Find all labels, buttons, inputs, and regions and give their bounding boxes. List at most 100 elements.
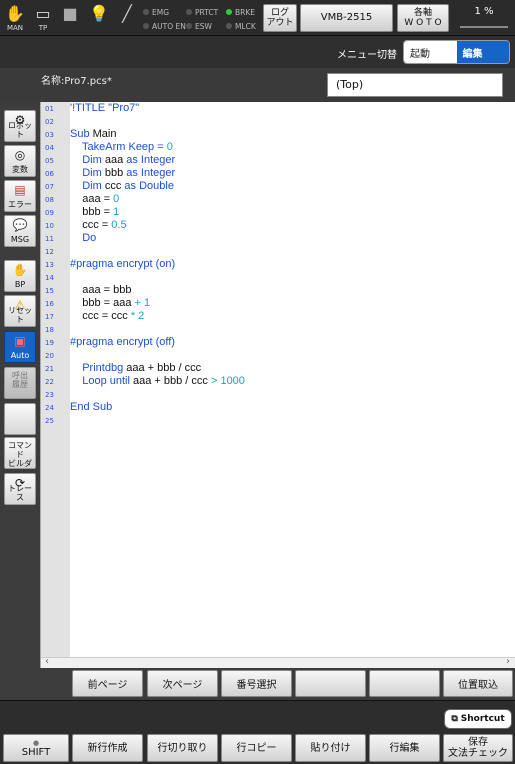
code-line[interactable]: Sub Main	[70, 128, 116, 141]
line-number: 06	[45, 170, 54, 178]
code-number: * 2	[130, 310, 145, 322]
call-history-tool-button[interactable]: 呼出 履歴	[4, 367, 36, 399]
code-line[interactable]: '!TITLE "Pro7"	[70, 102, 139, 115]
code-directive: #pragma encrypt (on)	[70, 258, 176, 270]
position-capture-button[interactable]: 位置取込	[443, 670, 513, 697]
line-number: 11	[45, 235, 54, 243]
code-line[interactable]: #pragma encrypt (off)	[70, 336, 175, 349]
brke-dot	[226, 9, 232, 15]
line-number: 25	[45, 417, 54, 425]
code-line[interactable]: Dim ccc as Double	[70, 180, 174, 193]
blank-button-1[interactable]	[295, 670, 366, 697]
lamp-button[interactable]: 💡	[86, 2, 112, 34]
robot-tool-button[interactable]: ⚙ ロボット	[4, 110, 36, 142]
code-line[interactable]: bbb = 1	[70, 206, 119, 219]
scope-selector[interactable]: (Top)	[327, 73, 503, 97]
edit-mode-button[interactable]: 編集	[456, 41, 509, 63]
reset-tool-button[interactable]: ⚠ リセット	[4, 295, 36, 327]
copy-line-button[interactable]: 行コピー	[221, 734, 292, 762]
error-doc-icon: ▤	[14, 183, 26, 197]
code-keyword: Loop until	[70, 375, 130, 387]
code-line[interactable]: Dim bbb as Integer	[70, 167, 175, 180]
mlck-indicator: MLCK	[226, 22, 256, 32]
command-builder-tool-label: コマンド ビルダ	[8, 441, 32, 468]
msg-tool-label: MSG	[10, 235, 30, 244]
stop-button[interactable]: ■	[57, 2, 83, 34]
speed-value: 1 %	[474, 6, 494, 17]
code-number: > 1000	[210, 375, 245, 387]
next-page-button[interactable]: 次ページ	[147, 670, 218, 697]
prev-page-button[interactable]: 前ページ	[72, 670, 143, 697]
error-tool-label: エラー	[8, 200, 32, 209]
code-number: + 1	[134, 297, 151, 309]
paste-button[interactable]: 貼り付け	[295, 734, 366, 762]
code-keyword: Dim	[70, 167, 102, 179]
mlck-dot	[226, 23, 232, 29]
tool-button[interactable]: ╱	[114, 2, 140, 34]
msg-tool-button[interactable]: 💬 MSG	[4, 215, 36, 247]
line-number-gutter: 01 02 03 04 05 06 07 08 09 10 11 12 13 1…	[41, 102, 70, 657]
esw-label: ESW	[195, 22, 212, 31]
new-line-button[interactable]: 新行作成	[72, 734, 143, 762]
call-history-tool-label: 呼出 履歴	[12, 371, 28, 389]
scroll-left-icon[interactable]: ‹	[45, 656, 49, 667]
auto-tool-button[interactable]: ▣ Auto	[4, 331, 36, 363]
code-line[interactable]: Dim aaa as Integer	[70, 154, 175, 167]
robot-name-button[interactable]: VMB-2515	[300, 4, 393, 32]
axis-mode-button[interactable]: 各軸 W O T O	[397, 4, 449, 32]
code-line[interactable]: #pragma encrypt (on)	[70, 258, 175, 271]
man-mode-button[interactable]: ✋ MAN	[2, 2, 28, 34]
code-line[interactable]: ccc = 0.5	[70, 219, 126, 232]
trace-tool-button[interactable]: ⟳ トレース	[4, 473, 36, 505]
code-line[interactable]: ccc = ccc * 2	[70, 310, 144, 323]
file-name: 名称:Pro7.pcs*	[41, 76, 112, 87]
breakpoint-tool-button[interactable]: ✋ BP	[4, 260, 36, 292]
code-line[interactable]: End Sub	[70, 401, 112, 414]
line-number: 19	[45, 339, 54, 347]
number-select-button[interactable]: 番号選択	[221, 670, 292, 697]
teach-pendant-screen: ✋ MAN ▭ TP ■ 💡 ╱ EMG AUTO EN PRTCT ESW B…	[0, 0, 515, 764]
tp-mode-button[interactable]: ▭ TP	[30, 2, 56, 34]
shift-indicator-icon: ●	[32, 738, 40, 747]
cut-line-button[interactable]: 行切り取り	[147, 734, 218, 762]
error-tool-button[interactable]: ▤ エラー	[4, 180, 36, 212]
code-line[interactable]: TakeArm Keep = 0	[70, 141, 173, 154]
code-line[interactable]: Loop until aaa + bbb / ccc > 1000	[70, 375, 245, 388]
emg-dot	[143, 9, 149, 15]
esw-indicator: ESW	[186, 22, 212, 32]
line-number: 21	[45, 365, 54, 373]
speed-indicator[interactable]: 1 %	[458, 6, 510, 30]
emg-label: EMG	[152, 8, 170, 17]
shortcut-button[interactable]: ⧉ Shortcut	[444, 709, 512, 729]
code-text: aaa + bbb / ccc	[123, 362, 202, 374]
save-check-button[interactable]: 保存 文法チェック	[443, 734, 513, 762]
scroll-right-icon[interactable]: ›	[506, 656, 510, 667]
blank-button-2[interactable]	[369, 670, 440, 697]
code-text: aaa	[101, 154, 127, 166]
prtct-indicator: PRTCT	[186, 8, 218, 18]
edit-line-button[interactable]: 行編集	[369, 734, 440, 762]
code-line[interactable]: Do	[70, 232, 96, 245]
start-mode-button[interactable]: 起動	[404, 41, 457, 63]
code-keyword: End Sub	[70, 401, 113, 413]
command-builder-tool-button[interactable]: コマンド ビルダ	[4, 437, 36, 469]
code-line[interactable]: aaa = 0	[70, 193, 119, 206]
horizontal-scrollbar[interactable]: ‹ ›	[41, 656, 515, 668]
shortcut-icon: ⧉	[451, 714, 458, 724]
code-line[interactable]: aaa = bbb	[70, 284, 131, 297]
code-comment: '!TITLE "Pro7"	[70, 102, 140, 114]
code-number: 0	[113, 193, 120, 205]
code-text: ccc = ccc	[70, 310, 131, 322]
line-number: 12	[45, 248, 54, 256]
line-number: 24	[45, 404, 54, 412]
variables-tool-button[interactable]: ◎ 変数	[4, 145, 36, 177]
code-number: 1	[113, 206, 120, 218]
logout-button[interactable]: ログ アウト	[263, 4, 297, 32]
code-line[interactable]: Printdbg aaa + bbb / ccc	[70, 362, 201, 375]
program-editor[interactable]: 01 02 03 04 05 06 07 08 09 10 11 12 13 1…	[40, 102, 515, 668]
code-line[interactable]: bbb = aaa + 1	[70, 297, 150, 310]
line-number: 03	[45, 131, 54, 139]
empty-tool-button[interactable]	[4, 403, 36, 435]
shift-button[interactable]: ● SHIFT	[3, 734, 69, 762]
emg-indicator: EMG	[143, 8, 169, 18]
